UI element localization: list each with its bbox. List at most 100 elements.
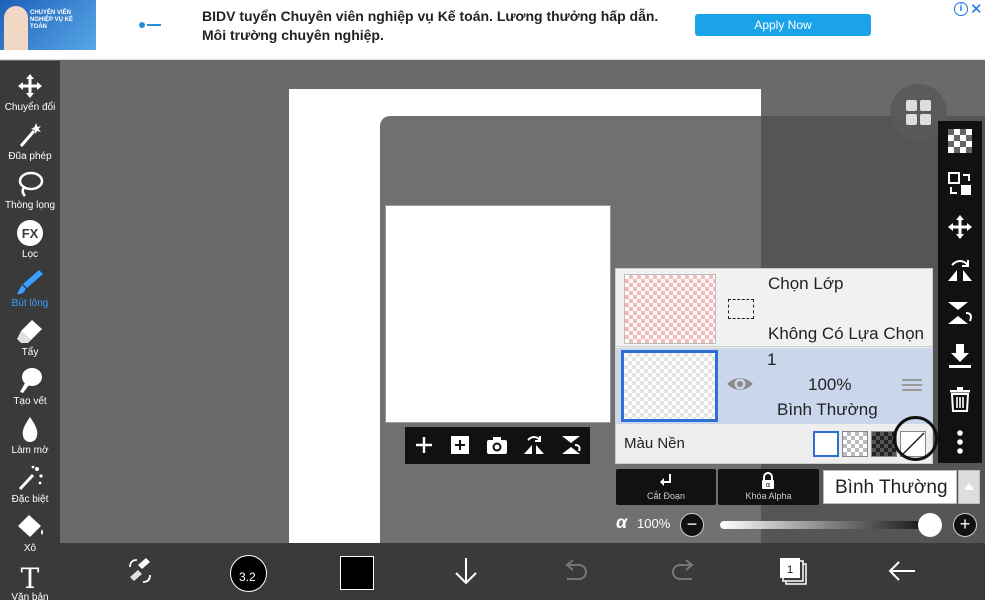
ad-close-icon[interactable]: ✕ [970, 0, 983, 18]
fx-icon: FX [17, 220, 43, 246]
bottom-toolbar: 1 [60, 543, 985, 600]
alpha-symbol: α [616, 512, 628, 532]
eye-icon[interactable] [726, 372, 754, 396]
canvas-preview[interactable] [385, 205, 611, 423]
background-checker-swatch[interactable] [842, 431, 868, 457]
ad-banner[interactable]: CHUYÊN VIÊN NGHIỆP VỤ KẾ TOÁN BIDV tuyển… [0, 0, 985, 60]
tool-brush[interactable]: Bút lông [0, 263, 60, 312]
tool-brush-label: Bút lông [11, 298, 49, 309]
tool-magic-wand-label: Đũa phép [8, 151, 52, 162]
chevron-up-icon [964, 483, 974, 490]
add-layer-icon[interactable] [412, 433, 436, 457]
opacity-control: α 100% − + [616, 510, 985, 540]
camera-icon[interactable] [485, 433, 509, 457]
flip-layer-vertical-icon[interactable] [946, 299, 974, 327]
clipping-button[interactable]: Cắt Đoạn [616, 469, 716, 505]
selection-layer-row[interactable]: Chọn Lớp Không Có Lựa Chọn [616, 269, 932, 347]
layer-1-blend-mode: Bình Thường [777, 400, 878, 419]
tool-blur-label: Làm mờ [11, 445, 49, 456]
clipping-arrow-icon [660, 474, 671, 486]
tool-text[interactable]: T Văn bản [0, 557, 60, 600]
redo-icon[interactable] [668, 555, 700, 587]
arrow-down-icon[interactable] [450, 555, 482, 587]
ad-thumbnail-image[interactable]: CHUYÊN VIÊN NGHIỆP VỤ KẾ TOÁN [0, 0, 96, 50]
layer-1-number: 1 [767, 350, 777, 369]
lock-alpha-glyph: α [766, 481, 771, 489]
tool-sidebar: Chuyển đổi Đũa phép Thòng lọng FX Lọc Bú… [0, 61, 60, 600]
tool-fill[interactable]: Xô [0, 508, 60, 557]
opacity-slider[interactable] [720, 521, 930, 529]
transparency-checker-icon[interactable] [946, 127, 974, 155]
opacity-slider-handle[interactable] [918, 513, 942, 537]
alpha-lock-label: Khóa Alpha [745, 491, 792, 501]
highlight-circle-annotation [893, 416, 938, 461]
tool-magic-wand[interactable]: Đũa phép [0, 116, 60, 165]
undo-icon[interactable] [559, 555, 591, 587]
brush-icon [17, 270, 43, 295]
tool-smudge[interactable]: Tạo vết [0, 361, 60, 410]
brush-size-value: 3.2 [239, 570, 256, 584]
selection-layer-title: Chọn Lớp [768, 274, 844, 293]
layer-1-opacity: 100% [808, 375, 852, 394]
background-color-label: Màu Nền [624, 435, 685, 452]
tool-lasso[interactable]: Thòng lọng [0, 165, 60, 214]
tool-move[interactable]: Chuyển đổi [0, 67, 60, 116]
more-options-icon[interactable] [946, 428, 974, 456]
flip-vertical-icon[interactable] [559, 433, 583, 457]
grid-cell-icon [920, 114, 931, 125]
tool-blur[interactable]: Làm mờ [0, 410, 60, 459]
opacity-decrease-button[interactable]: − [680, 513, 704, 537]
add-layer-box-icon[interactable] [448, 433, 472, 457]
alpha-lock-button[interactable]: α Khóa Alpha [718, 469, 819, 505]
blend-mode-select[interactable]: Bình Thường [823, 470, 957, 504]
layer-1-thumbnail[interactable] [621, 350, 718, 422]
selection-layer-status: Không Có Lựa Chọn [768, 324, 924, 343]
grid-cell-icon [906, 100, 917, 111]
tool-special-label: Đặc biệt [11, 494, 49, 505]
swap-tools-icon[interactable] [124, 555, 156, 587]
tool-special[interactable]: Đặc biệt [0, 459, 60, 508]
flip-horizontal-icon[interactable] [522, 433, 546, 457]
lock-icon: α [762, 472, 774, 489]
layer-list: Chọn Lớp Không Có Lựa Chọn 1 100% Bình T… [615, 268, 933, 464]
text-glyph: T [21, 562, 40, 590]
layer-count: 1 [787, 564, 793, 576]
fx-glyph: FX [22, 226, 39, 241]
tool-lasso-label: Thòng lọng [4, 200, 56, 211]
magic-wand-icon [19, 123, 41, 147]
lasso-icon [18, 171, 44, 197]
opacity-value: 100% [637, 516, 671, 531]
layers-icon[interactable]: 1 [777, 555, 809, 587]
selection-marquee-icon [728, 299, 754, 319]
ad-apply-button[interactable]: Apply Now [695, 14, 871, 36]
trash-icon[interactable] [946, 385, 974, 413]
blend-mode-dropdown-button[interactable] [958, 470, 980, 504]
brush-size-button[interactable]: 3.2 [230, 555, 267, 592]
preview-toolbar [405, 427, 590, 464]
tool-eraser-label: Tẩy [21, 347, 39, 358]
layer-row-1[interactable]: 1 100% Bình Thường [616, 348, 932, 424]
clipping-label: Cắt Đoạn [646, 491, 686, 501]
text-icon: T [21, 562, 40, 590]
background-color-row: Màu Nền [616, 425, 932, 463]
back-arrow-icon[interactable] [886, 555, 918, 587]
tool-filter[interactable]: FX Lọc [0, 214, 60, 263]
drag-handle-icon[interactable] [902, 379, 922, 391]
ad-person-image [4, 6, 28, 50]
layer-tools-sidebar [938, 121, 982, 463]
smudge-icon [20, 368, 42, 393]
background-white-swatch[interactable] [813, 431, 839, 457]
color-picker-button[interactable] [340, 556, 374, 590]
tool-text-label: Văn bản [11, 592, 49, 600]
flip-layer-horizontal-icon[interactable] [946, 256, 974, 284]
move-icon [18, 74, 42, 98]
move-layer-icon[interactable] [946, 213, 974, 241]
tool-move-label: Chuyển đổi [4, 102, 56, 113]
swap-layer-icon[interactable] [946, 170, 974, 198]
ad-headline[interactable]: BIDV tuyển Chuyên viên nghiệp vụ Kế toán… [202, 7, 682, 45]
eraser-icon [17, 320, 42, 343]
merge-down-icon[interactable] [946, 342, 974, 370]
ad-info-icon[interactable]: i [954, 2, 968, 16]
tool-eraser[interactable]: Tẩy [0, 312, 60, 361]
opacity-increase-button[interactable]: + [953, 513, 977, 537]
